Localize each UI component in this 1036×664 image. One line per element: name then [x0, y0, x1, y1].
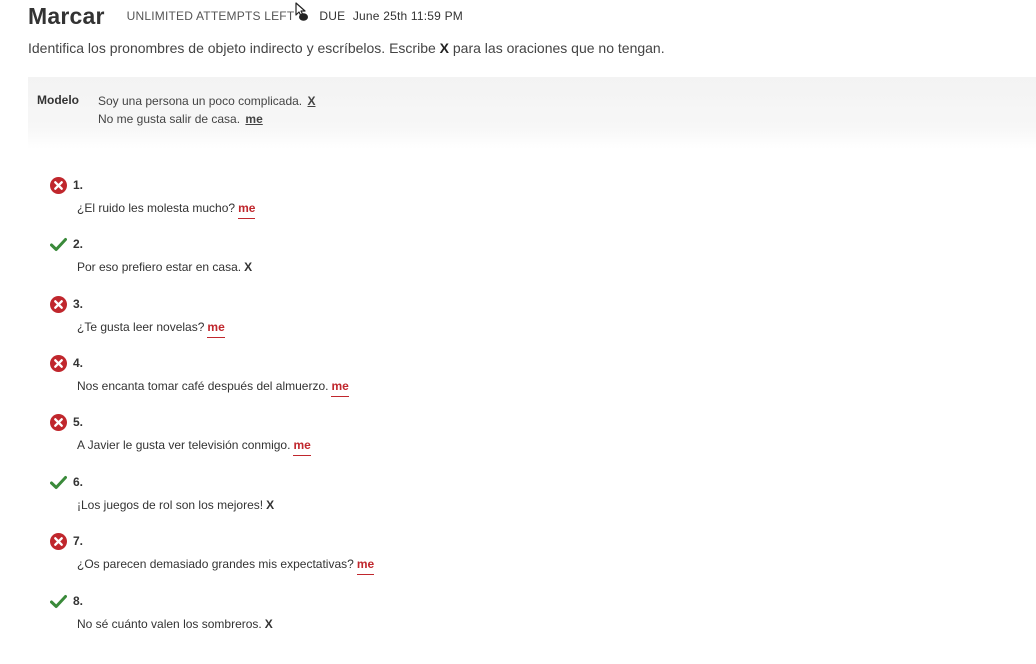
modelo-lines: Soy una persona un poco complicada. X No… — [98, 92, 316, 128]
question-text: ¡Los juegos de rol son los mejores! — [77, 498, 264, 512]
question-number: 1. — [73, 178, 84, 192]
checkmark-icon — [50, 594, 67, 608]
question-text: ¿El ruido les molesta mucho? — [77, 201, 236, 215]
answer-field[interactable]: me — [207, 320, 225, 338]
instructions-text-after: para las oraciones que no tengan. — [449, 40, 665, 56]
page-title: Marcar — [28, 2, 105, 29]
answer-field[interactable]: X — [266, 498, 274, 512]
x-circle-icon — [50, 532, 67, 550]
x-circle-icon — [50, 295, 67, 313]
question-item: 7. ¿Os parecen demasiado grandes mis exp… — [50, 532, 375, 575]
question-header: 2. — [50, 235, 83, 253]
question-item: 6. ¡Los juegos de rol son los mejores! X — [50, 473, 274, 512]
question-sentence: ¡Los juegos de rol son los mejores! X — [77, 498, 274, 512]
modelo-line: Soy una persona un poco complicada. X — [98, 92, 316, 110]
x-circle-icon — [50, 176, 67, 194]
question-item: 3. ¿Te gusta leer novelas? me — [50, 295, 225, 338]
question-sentence: Nos encanta tomar café después del almue… — [77, 379, 349, 397]
question-sentence: ¿Te gusta leer novelas? me — [77, 320, 225, 338]
attempts-left: UNLIMITED ATTEMPTS LEFT — [126, 2, 310, 23]
question-number: 2. — [73, 237, 84, 251]
question-text: ¿Te gusta leer novelas? — [77, 320, 205, 334]
question-number: 8. — [73, 594, 84, 608]
answer-field[interactable]: me — [331, 379, 349, 397]
question-number: 6. — [73, 475, 84, 489]
question-header: 4. — [50, 354, 83, 372]
question-header: 6. — [50, 473, 83, 491]
question-sentence: No sé cuánto valen los sombreros. X — [77, 617, 273, 631]
modelo-line: No me gusta salir de casa. me — [98, 110, 316, 128]
question-number: 5. — [73, 415, 84, 429]
due-info: DUE June 25th 11:59 PM — [319, 9, 463, 23]
question-item: 8. No sé cuánto valen los sombreros. X — [50, 592, 273, 631]
x-circle-icon — [50, 413, 67, 431]
answer-field[interactable]: me — [238, 201, 256, 219]
question-sentence: ¿Os parecen demasiado grandes mis expect… — [77, 557, 375, 575]
question-text: No sé cuánto valen los sombreros. — [77, 617, 262, 631]
question-item: 4. Nos encanta tomar café después del al… — [50, 354, 349, 397]
due-label: DUE — [319, 9, 346, 23]
attempts-left-label: UNLIMITED ATTEMPTS LEFT — [126, 9, 295, 23]
checkmark-icon — [50, 475, 67, 489]
answer-field[interactable]: me — [356, 557, 375, 575]
answer-field[interactable]: X — [265, 617, 273, 631]
question-item: 1. ¿El ruido les molesta mucho? me — [50, 176, 256, 219]
question-header: 3. — [50, 295, 83, 313]
x-circle-icon — [50, 354, 67, 372]
mouse-cursor-icon — [295, 2, 309, 21]
question-number: 3. — [73, 297, 84, 311]
question-text: Nos encanta tomar café después del almue… — [77, 379, 329, 393]
instructions-text-before: Identifica los pronombres de objeto indi… — [28, 40, 440, 56]
modelo-line-text: Soy una persona un poco complicada. — [98, 94, 303, 108]
question-item: 5. A Javier le gusta ver televisión conm… — [50, 413, 311, 456]
due-date: June 25th 11:59 PM — [352, 9, 463, 23]
question-number: 4. — [73, 356, 84, 370]
answer-field[interactable]: X — [244, 260, 252, 274]
answer-field[interactable]: me — [293, 438, 311, 456]
modelo-line-text: No me gusta salir de casa. — [98, 112, 241, 126]
question-sentence: A Javier le gusta ver televisión conmigo… — [77, 438, 311, 456]
question-text: ¿Os parecen demasiado grandes mis expect… — [77, 557, 354, 571]
instructions-bold-x: X — [439, 40, 449, 56]
question-item: 2. Por eso prefiero estar en casa. X — [50, 235, 252, 274]
modelo-label: Modelo — [37, 93, 79, 107]
checkmark-icon — [50, 237, 67, 251]
question-text: A Javier le gusta ver televisión conmigo… — [77, 438, 291, 452]
instructions: Identifica los pronombres de objeto indi… — [28, 40, 665, 56]
question-header: 8. — [50, 592, 83, 610]
question-number: 7. — [73, 534, 84, 548]
question-header: 5. — [50, 413, 83, 431]
page-header: Marcar UNLIMITED ATTEMPTS LEFT DUE June … — [28, 2, 463, 30]
question-text: Por eso prefiero estar en casa. — [77, 260, 242, 274]
modelo-line-answer: X — [307, 94, 316, 108]
question-sentence: Por eso prefiero estar en casa. X — [77, 260, 252, 274]
modelo-line-answer: me — [245, 112, 263, 126]
question-sentence: ¿El ruido les molesta mucho? me — [77, 201, 256, 219]
modelo-box: Modelo Soy una persona un poco complicad… — [28, 77, 1036, 149]
question-header: 7. — [50, 532, 83, 550]
question-header: 1. — [50, 176, 83, 194]
